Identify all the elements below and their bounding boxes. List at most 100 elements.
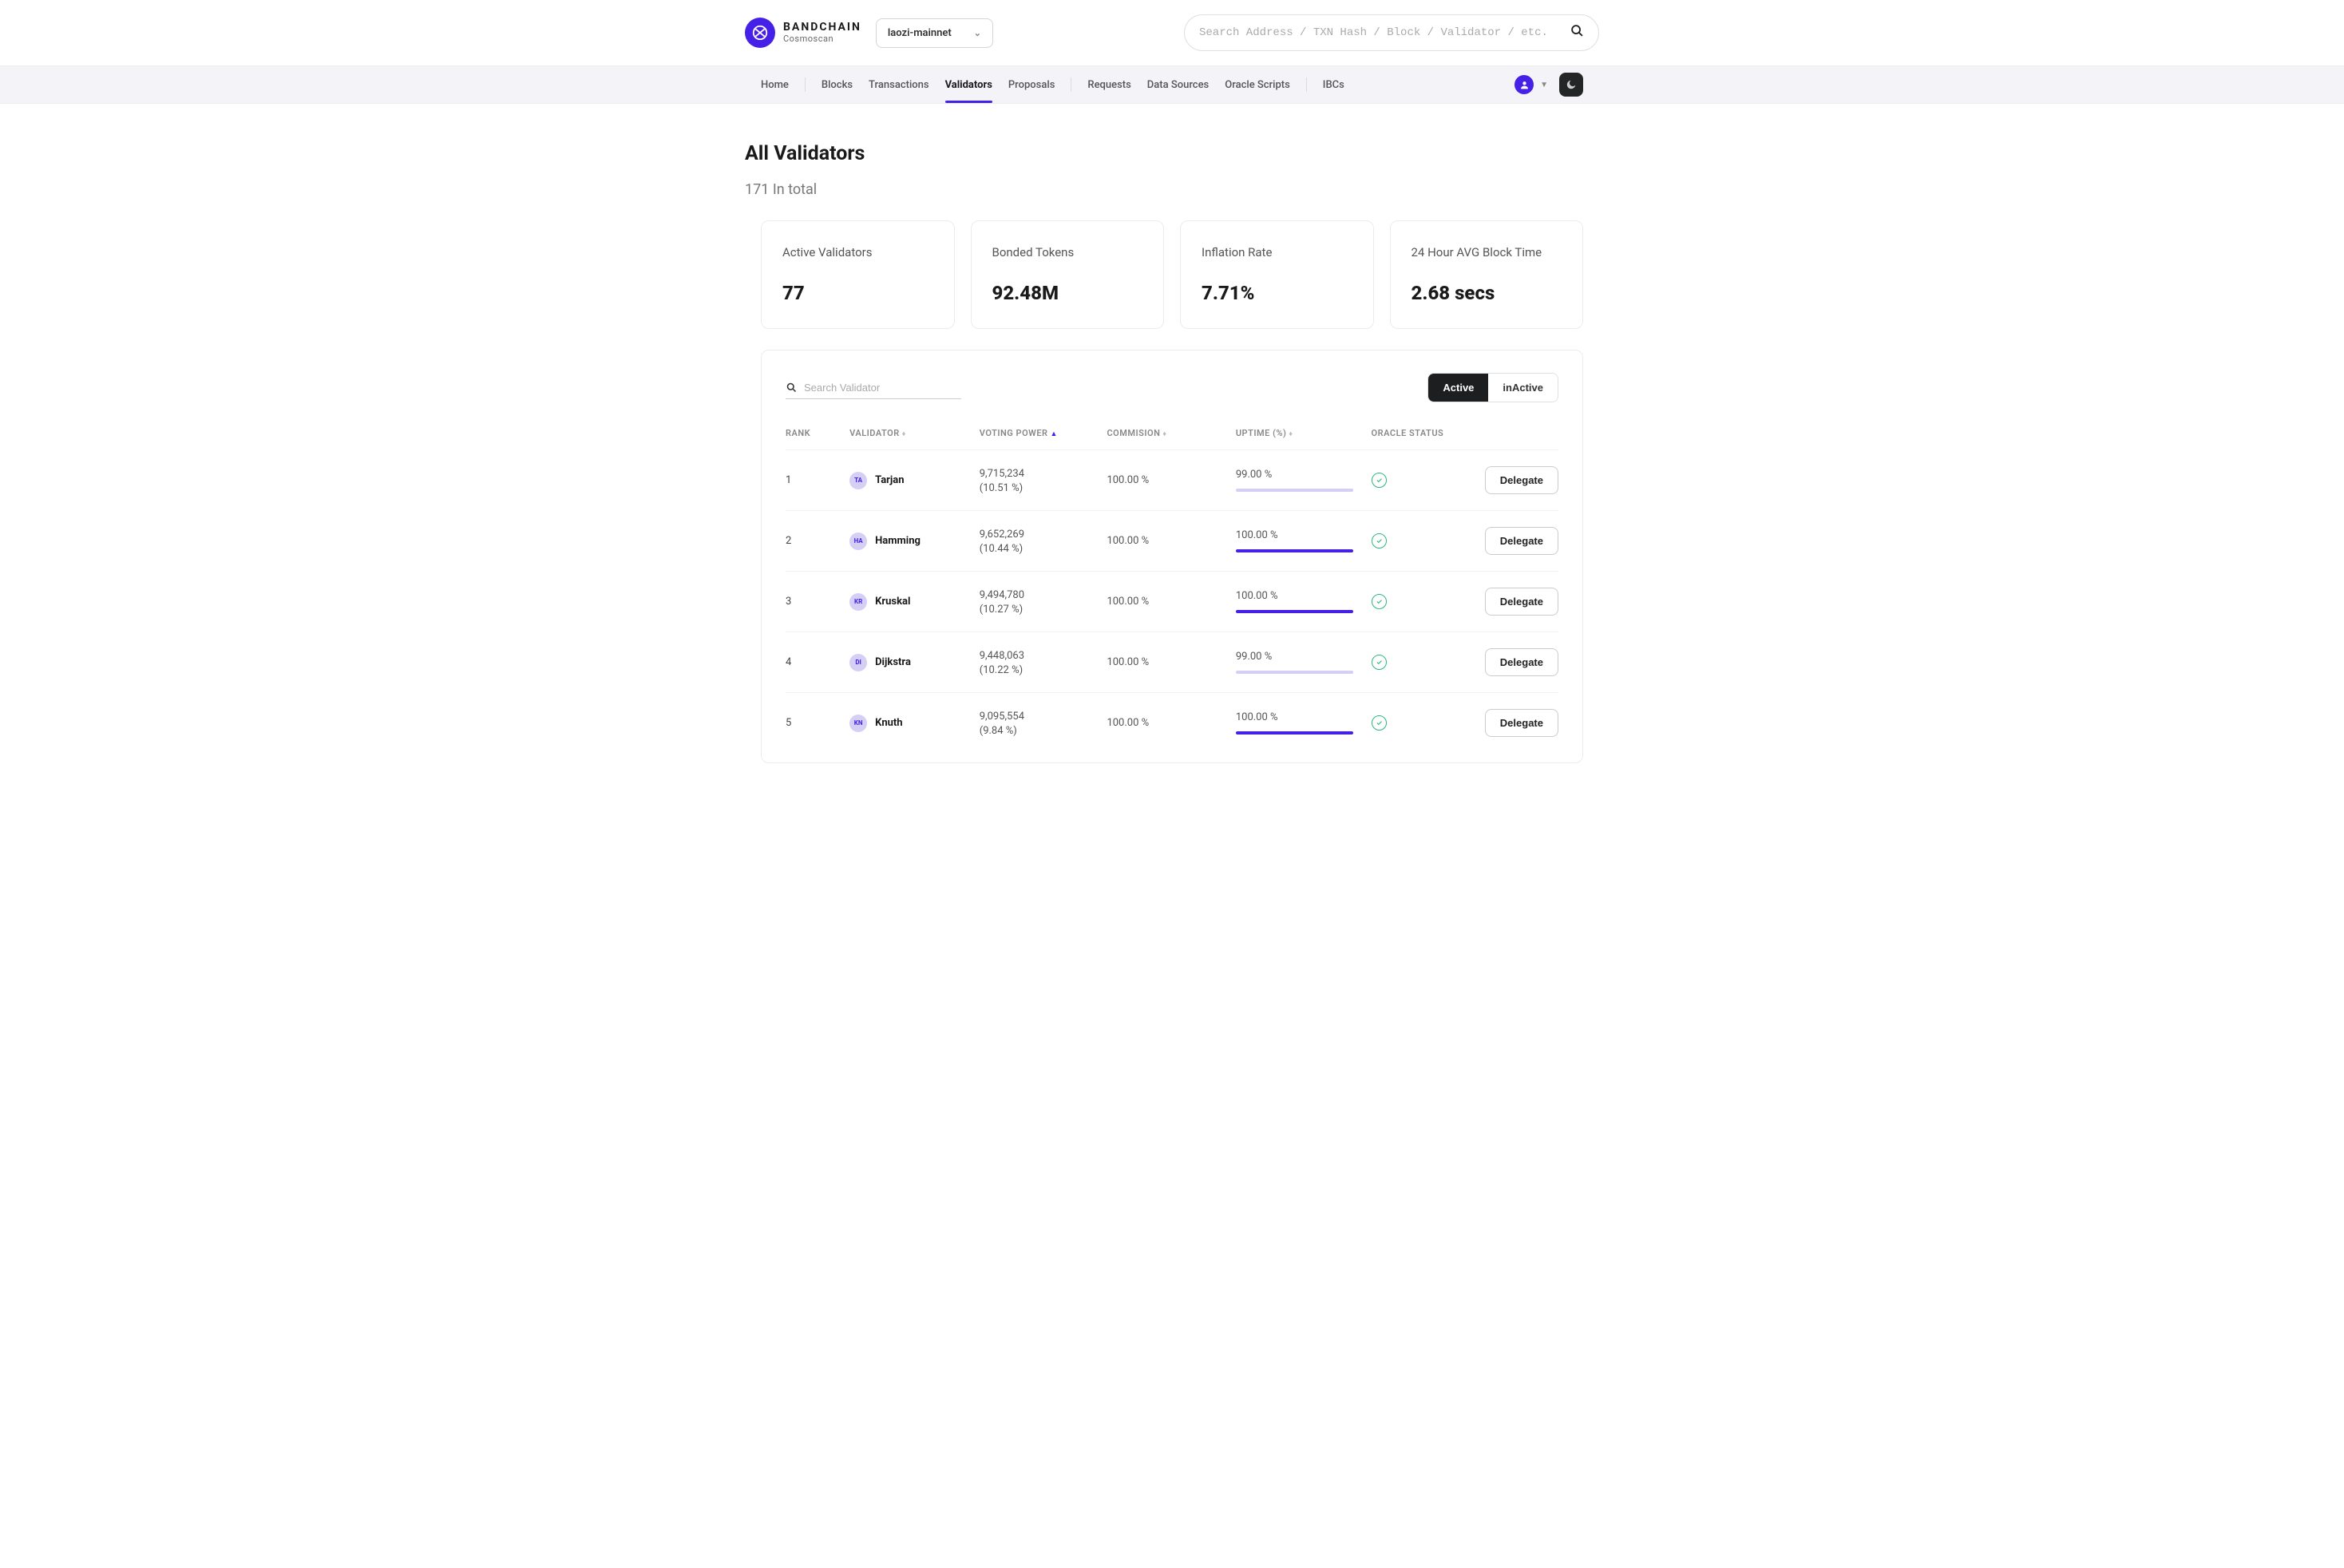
th-validator[interactable]: VALIDATOR xyxy=(849,428,900,438)
oracle-status-check-icon xyxy=(1372,715,1387,731)
nav-requests[interactable]: Requests xyxy=(1087,66,1130,103)
stat-block-time: 24 Hour AVG Block Time 2.68 secs xyxy=(1390,220,1584,329)
uptime-bar xyxy=(1236,549,1353,552)
oracle-status-check-icon xyxy=(1372,655,1387,670)
stat-inflation-rate: Inflation Rate 7.71% xyxy=(1180,220,1374,329)
nav-ibcs[interactable]: IBCs xyxy=(1323,66,1344,103)
uptime-bar xyxy=(1236,610,1353,613)
validator-avatar: HA xyxy=(849,533,867,550)
validator-cell[interactable]: HAHamming xyxy=(849,533,980,550)
delegate-button[interactable]: Delegate xyxy=(1485,648,1558,676)
stat-label: Inflation Rate xyxy=(1202,245,1352,259)
nav-home[interactable]: Home xyxy=(761,66,789,103)
validator-name: Kruskal xyxy=(875,596,910,608)
oracle-status-check-icon xyxy=(1372,594,1387,609)
th-commission[interactable]: COMMISION xyxy=(1107,428,1160,438)
table-row: 4DI Dijkstra 9,448,063(10.22 %)100.00 % 99.… xyxy=(786,632,1558,693)
stat-label: Active Validators xyxy=(782,245,933,259)
rank-cell: 4 xyxy=(786,632,849,693)
validator-cell[interactable]: KN Knuth xyxy=(849,715,980,732)
voting-power-pct: (10.51 %) xyxy=(980,482,1107,494)
th-rank: RANK xyxy=(786,428,810,438)
validator-avatar: KN xyxy=(849,715,867,732)
stat-label: Bonded Tokens xyxy=(992,245,1143,259)
th-voting-power[interactable]: VOTING POWER xyxy=(980,428,1048,438)
th-oracle: ORACLE STATUS xyxy=(1372,428,1444,438)
table-row: 3KRKruskal9,494,780(10.27 %)100.00 %100.… xyxy=(786,572,1558,632)
delegate-button[interactable]: Delegate xyxy=(1485,527,1558,555)
validator-avatar: TA xyxy=(849,472,867,489)
uptime-value: 99.00 % xyxy=(1236,651,1372,663)
commission-value: 100.00 % xyxy=(1107,596,1149,608)
voting-power-pct: (10.27 %) xyxy=(980,604,1107,616)
search-icon xyxy=(786,382,798,394)
commission-value: 100.00 % xyxy=(1107,656,1149,668)
stat-label: 24 Hour AVG Block Time xyxy=(1412,245,1562,259)
uptime-value: 100.00 % xyxy=(1236,529,1372,541)
rank-cell: 5 xyxy=(786,693,849,754)
sort-icon: ♦ xyxy=(1289,430,1293,438)
nav-divider xyxy=(805,77,806,92)
delegate-button[interactable]: Delegate xyxy=(1485,466,1558,494)
commission-value: 100.00 % xyxy=(1107,535,1149,547)
nav-validators[interactable]: Validators xyxy=(945,66,992,103)
uptime-value: 100.00 % xyxy=(1236,711,1372,723)
stat-value: 92.48M xyxy=(992,282,1143,304)
sort-up-icon: ▲ xyxy=(1051,430,1058,438)
uptime-value: 100.00 % xyxy=(1236,590,1372,602)
page-subtitle: 171 In total xyxy=(745,181,1599,198)
rank-cell: 2 xyxy=(786,511,849,572)
voting-power-value: 9,095,554 xyxy=(980,709,1107,725)
stat-bonded-tokens: Bonded Tokens 92.48M xyxy=(971,220,1165,329)
stat-value: 2.68 secs xyxy=(1412,282,1562,304)
validator-cell[interactable]: KR Kruskal xyxy=(849,593,980,611)
global-search-input[interactable] xyxy=(1199,26,1570,39)
stat-active-validators: Active Validators 77 xyxy=(761,220,955,329)
validator-name: Knuth xyxy=(875,717,902,729)
nav-transactions[interactable]: Transactions xyxy=(869,66,929,103)
search-icon[interactable] xyxy=(1570,24,1584,42)
brand-logo[interactable]: BANDCHAIN Cosmoscan xyxy=(745,18,861,48)
table-row: 2HAHamming9,652,269(10.44 %)100.00 %100.… xyxy=(786,511,1558,572)
global-search[interactable] xyxy=(1184,14,1599,51)
validators-table-card: Active inActive RANK VALIDATOR ♦ VOTING P… xyxy=(761,350,1583,763)
validator-name: Dijkstra xyxy=(875,656,911,668)
validator-avatar: KR xyxy=(849,593,867,611)
validator-avatar: DI xyxy=(849,654,867,671)
nav-data-sources[interactable]: Data Sources xyxy=(1147,66,1209,103)
toggle-active[interactable]: Active xyxy=(1428,374,1488,402)
nav-proposals[interactable]: Proposals xyxy=(1008,66,1055,103)
th-uptime[interactable]: UPTIME (%) xyxy=(1236,428,1287,438)
validator-search-input[interactable] xyxy=(804,382,961,394)
rank-cell: 1 xyxy=(786,450,849,511)
validator-cell[interactable]: TATarjan xyxy=(849,472,980,489)
stat-value: 77 xyxy=(782,282,933,304)
page-title: All Validators xyxy=(745,142,1599,165)
voting-power-value: 9,448,063 xyxy=(980,648,1107,664)
voting-power-value: 9,715,234 xyxy=(980,466,1107,482)
chevron-down-icon: ⌄ xyxy=(974,28,981,38)
table-row: 1TATarjan9,715,234(10.51 %)100.00 %99.00… xyxy=(786,450,1558,511)
dark-mode-toggle[interactable] xyxy=(1559,73,1583,97)
oracle-status-check-icon xyxy=(1372,473,1387,488)
validator-cell[interactable]: DI Dijkstra xyxy=(849,654,980,671)
nav-blocks[interactable]: Blocks xyxy=(822,66,853,103)
nav-oracle-scripts[interactable]: Oracle Scripts xyxy=(1225,66,1290,103)
brand-sub: Cosmoscan xyxy=(783,34,861,44)
uptime-bar xyxy=(1236,489,1353,492)
delegate-button[interactable]: Delegate xyxy=(1485,588,1558,616)
network-selector[interactable]: laozi-mainnet ⌄ xyxy=(876,18,993,48)
uptime-value: 99.00 % xyxy=(1236,469,1372,481)
voting-power-pct: (10.22 %) xyxy=(980,664,1107,676)
validator-search[interactable] xyxy=(786,377,961,399)
user-menu-button[interactable] xyxy=(1514,75,1534,94)
logo-icon xyxy=(745,18,775,48)
chevron-down-icon[interactable]: ▼ xyxy=(1540,81,1548,89)
table-row: 5KNKnuth9,095,554(9.84 %)100.00 %100.00 … xyxy=(786,693,1558,754)
delegate-button[interactable]: Delegate xyxy=(1485,709,1558,737)
voting-power-value: 9,652,269 xyxy=(980,527,1107,543)
toggle-inactive[interactable]: inActive xyxy=(1488,374,1558,402)
network-label: laozi-mainnet xyxy=(888,27,952,39)
voting-power-value: 9,494,780 xyxy=(980,588,1107,604)
nav-divider xyxy=(1306,77,1307,92)
